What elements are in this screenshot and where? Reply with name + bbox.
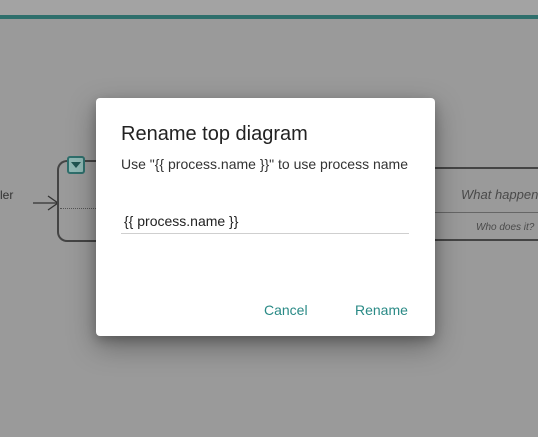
dialog-title: Rename top diagram: [121, 123, 308, 145]
dialog-description: Use "{{ process.name }}" to use process …: [121, 156, 408, 172]
cancel-button[interactable]: Cancel: [258, 298, 314, 322]
task-box-divider: [422, 212, 538, 213]
triangle-down-icon: [71, 162, 81, 168]
task-who-placeholder[interactable]: Who does it?: [476, 222, 534, 233]
task-what-placeholder[interactable]: What happen: [461, 187, 538, 202]
rename-button[interactable]: Rename: [349, 298, 414, 322]
rename-dialog: Rename top diagram Use "{{ process.name …: [96, 98, 435, 336]
app-header: [0, 0, 538, 16]
header-accent-line: [0, 15, 538, 19]
actor-label: ler: [0, 188, 14, 202]
collapse-toggle-button[interactable]: [67, 156, 85, 174]
diagram-name-input[interactable]: [121, 208, 409, 234]
